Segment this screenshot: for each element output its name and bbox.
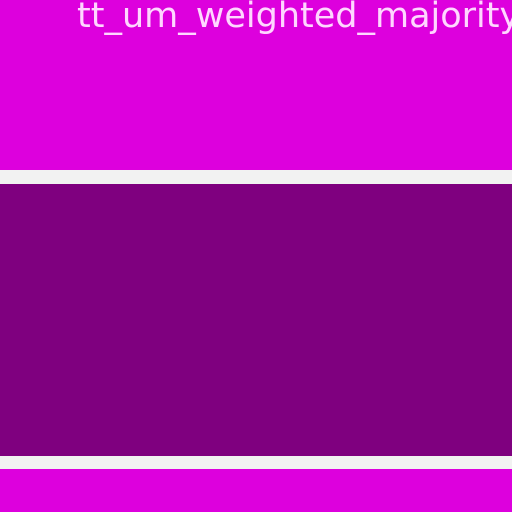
top-panel: tt_um_weighted_majority: [0, 0, 512, 170]
screen: tt_um_weighted_majority: [0, 0, 512, 512]
page-title: tt_um_weighted_majority: [77, 0, 512, 36]
bottom-panel: [0, 469, 512, 512]
middle-panel: [0, 184, 512, 456]
